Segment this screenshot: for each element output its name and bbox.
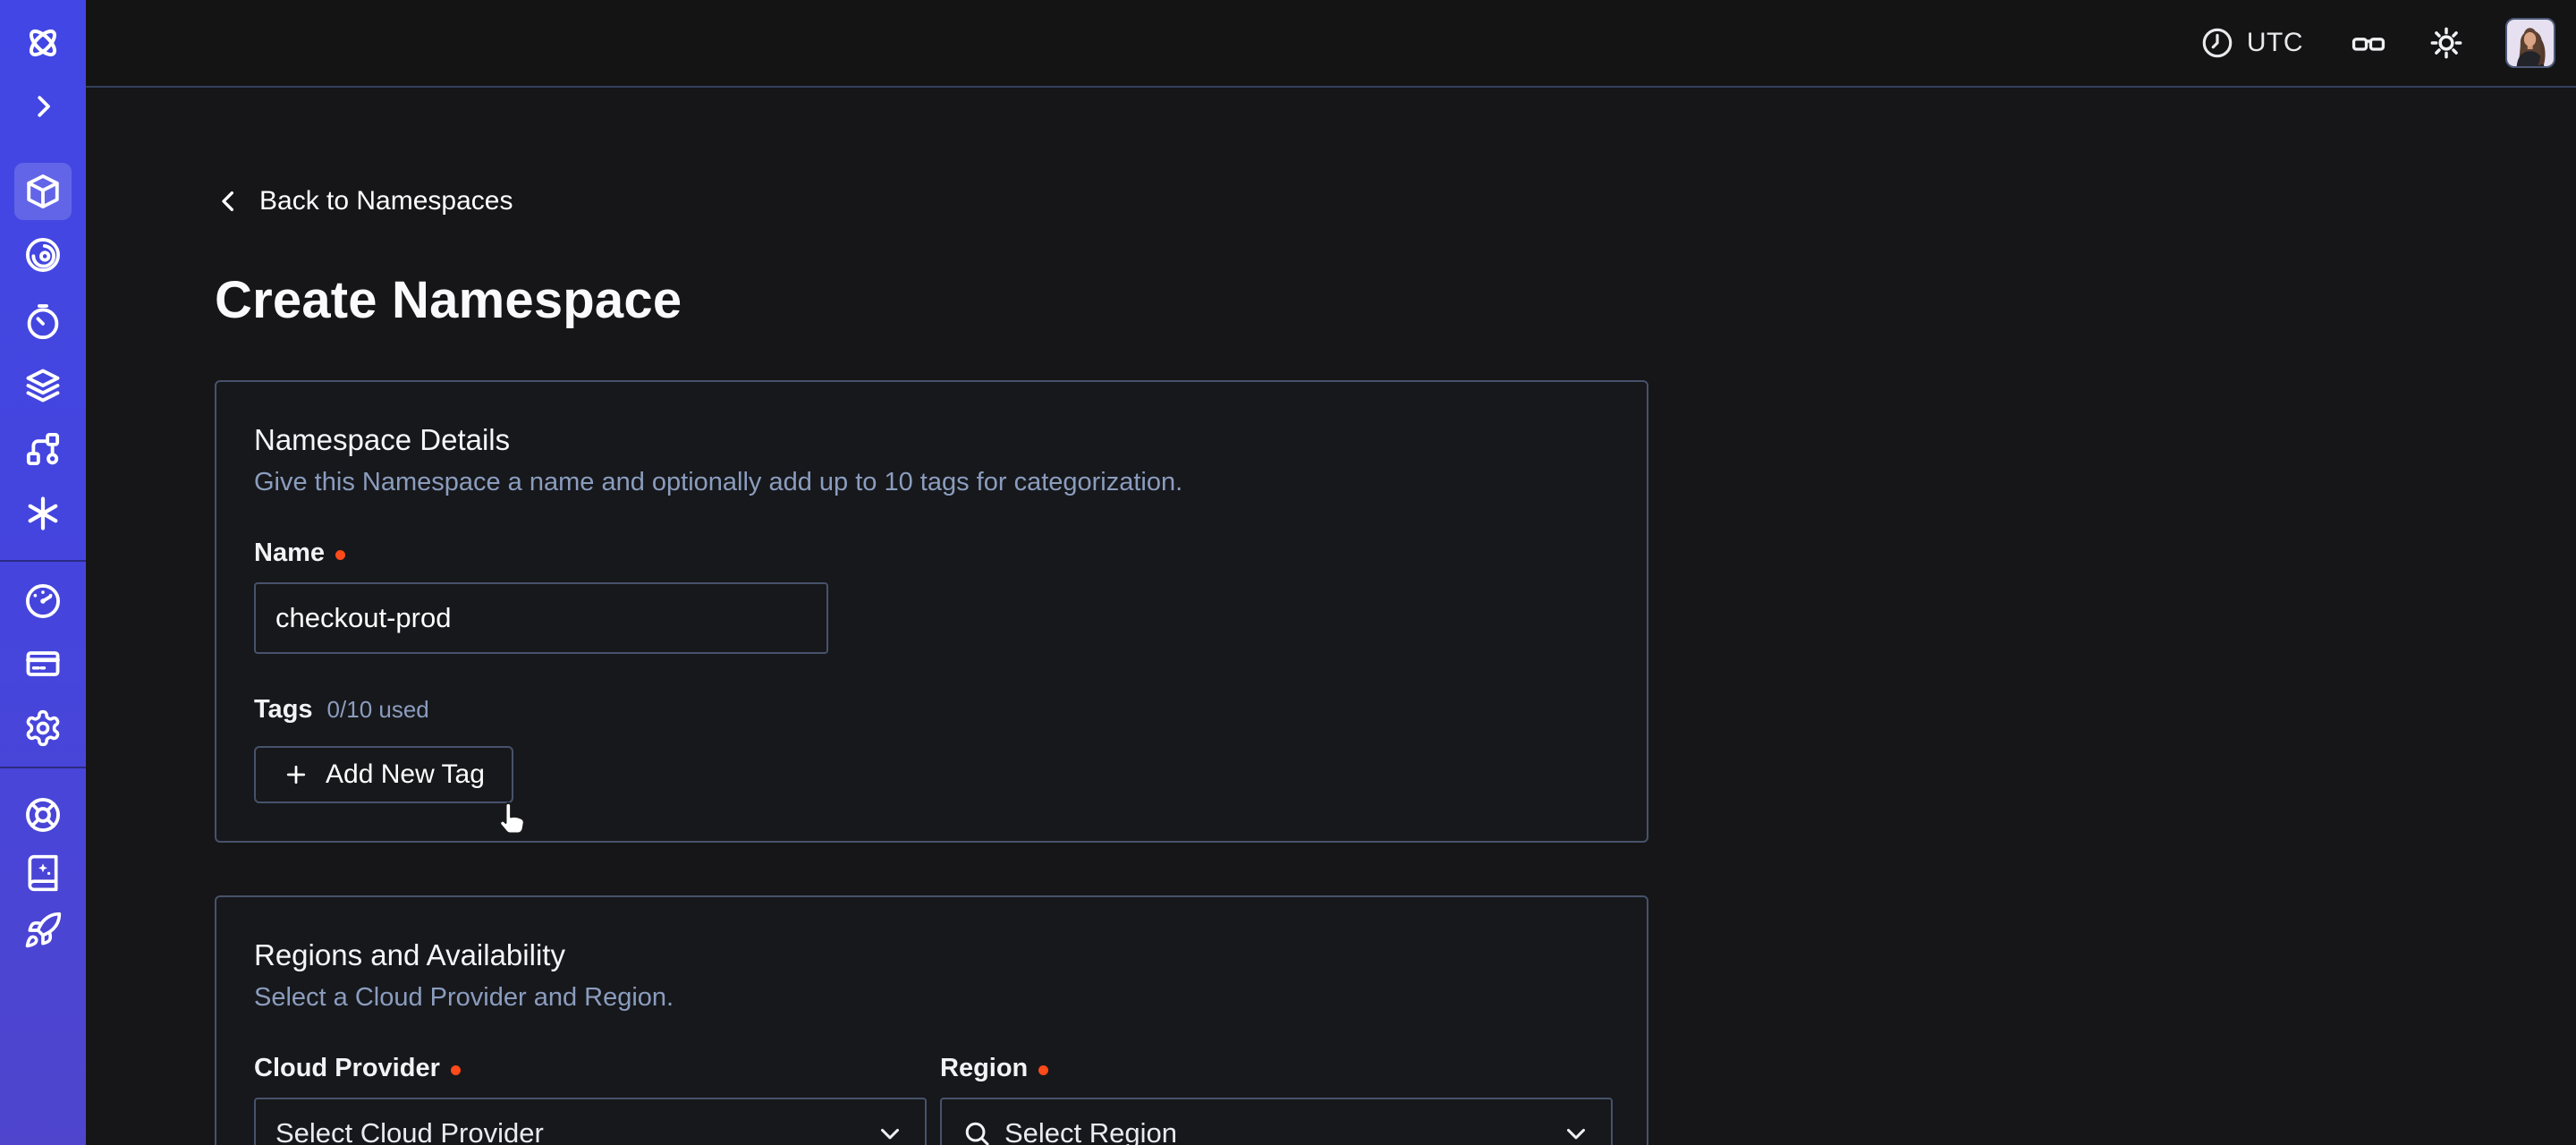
usage-gauge-icon[interactable] [14,572,72,630]
support-lifebuoy-icon[interactable] [14,786,72,844]
reader-glasses-icon[interactable] [2350,24,2387,62]
name-label: Name [254,539,325,568]
cloud-provider-field: Cloud Provider Select Cloud Provider [254,1013,927,1145]
region-select[interactable]: Select Region [940,1098,1613,1145]
asterisk-icon[interactable] [14,485,72,542]
search-icon [962,1118,992,1145]
timezone-selector[interactable]: UTC [2200,26,2303,60]
page-title: Create Namespace [215,270,2576,330]
card-subtitle: Select a Cloud Provider and Region. [254,983,1609,1013]
tags-label: Tags [254,695,313,725]
back-chevron-icon [215,187,243,216]
timer-icon[interactable] [14,293,72,351]
region-field: Region Select Region [940,1013,1613,1145]
card-title: Namespace Details [254,423,1609,457]
expand-chevron-icon[interactable] [14,78,72,135]
topbar: UTC [86,0,2576,88]
card-title: Regions and Availability [254,938,1609,972]
timezone-label: UTC [2247,28,2303,58]
card-subtitle: Give this Namespace a name and optionall… [254,468,1609,497]
sidebar-nav [0,0,86,1145]
settings-gear-icon[interactable] [14,700,72,757]
iris-icon[interactable] [14,226,72,284]
required-indicator [335,550,345,560]
add-new-tag-label: Add New Tag [326,759,485,790]
cloud-provider-select[interactable]: Select Cloud Provider [254,1098,927,1145]
regions-availability-card: Regions and Availability Select a Cloud … [215,895,1648,1145]
namespaces-cube-icon[interactable] [14,163,72,220]
layers-icon[interactable] [14,357,72,414]
required-indicator [1038,1065,1048,1075]
back-link-label: Back to Namespaces [259,186,513,216]
sidebar-divider [0,767,86,768]
light-theme-icon[interactable] [2428,25,2464,61]
back-to-namespaces-link[interactable]: Back to Namespaces [215,186,513,216]
chevron-down-icon [1561,1118,1591,1145]
region-placeholder: Select Region [1004,1117,1177,1145]
main-content: Back to Namespaces Create Namespace Name… [86,89,2576,1145]
getting-started-rocket-icon[interactable] [14,902,72,959]
temporal-logo[interactable] [14,14,72,72]
clock-icon [2200,26,2234,60]
plus-icon [283,761,309,788]
required-indicator [451,1065,461,1075]
chevron-down-icon [875,1118,905,1145]
cloud-provider-placeholder: Select Cloud Provider [275,1117,544,1145]
workflow-branch-icon[interactable] [14,420,72,478]
sidebar-divider [0,560,86,562]
billing-card-icon[interactable] [14,635,72,692]
tags-usage-count: 0/10 used [327,696,429,724]
namespace-details-card: Namespace Details Give this Namespace a … [215,380,1648,843]
user-avatar[interactable] [2505,18,2555,68]
add-new-tag-button[interactable]: Add New Tag [254,746,513,803]
cloud-provider-label: Cloud Provider [254,1054,440,1083]
region-label: Region [940,1054,1028,1083]
docs-book-icon[interactable] [14,844,72,902]
namespace-name-input[interactable] [254,582,828,654]
